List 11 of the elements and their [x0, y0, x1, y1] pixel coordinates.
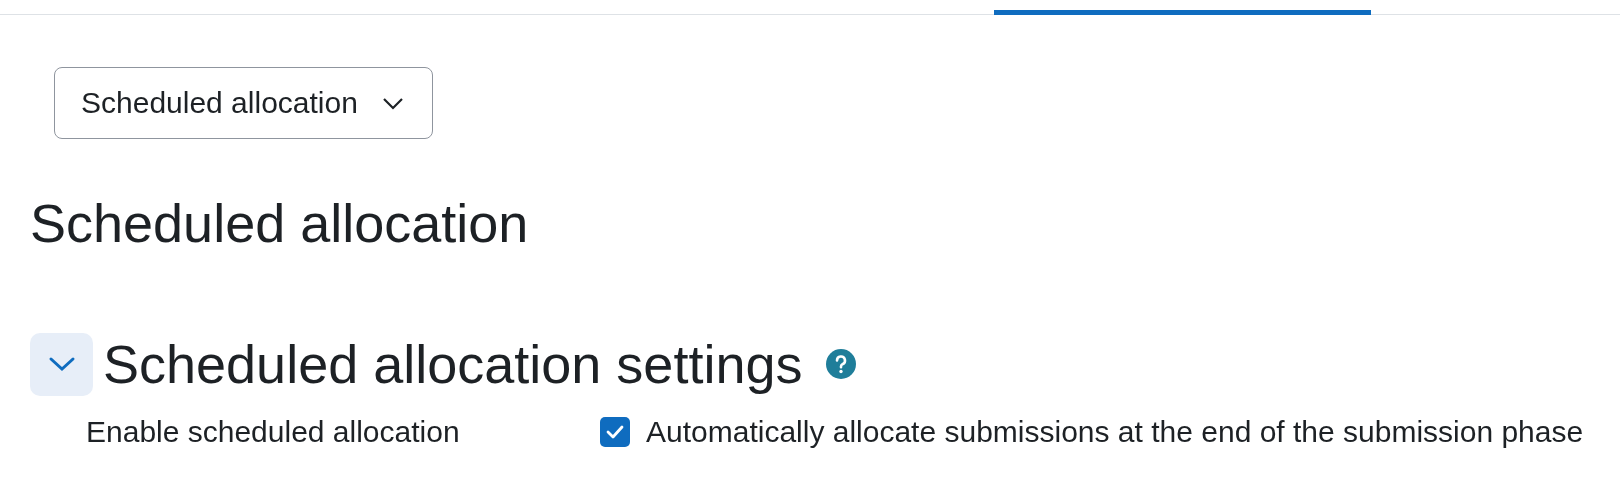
checkbox-label: Automatically allocate submissions at the end of the submission phase [646, 414, 1584, 449]
help-icon[interactable] [826, 349, 857, 380]
chevron-down-icon [47, 356, 76, 373]
page-heading: Scheduled allocation [30, 192, 530, 255]
collapse-toggle[interactable] [30, 332, 93, 396]
allocation-dropdown[interactable]: Scheduled allocation [54, 67, 433, 139]
checkbox[interactable] [600, 416, 630, 447]
field-label: Enable scheduled allocation [86, 414, 461, 449]
checkmark-icon [606, 424, 624, 439]
section-heading: Scheduled allocation settings [103, 332, 803, 396]
chevron-down-icon [381, 96, 404, 110]
